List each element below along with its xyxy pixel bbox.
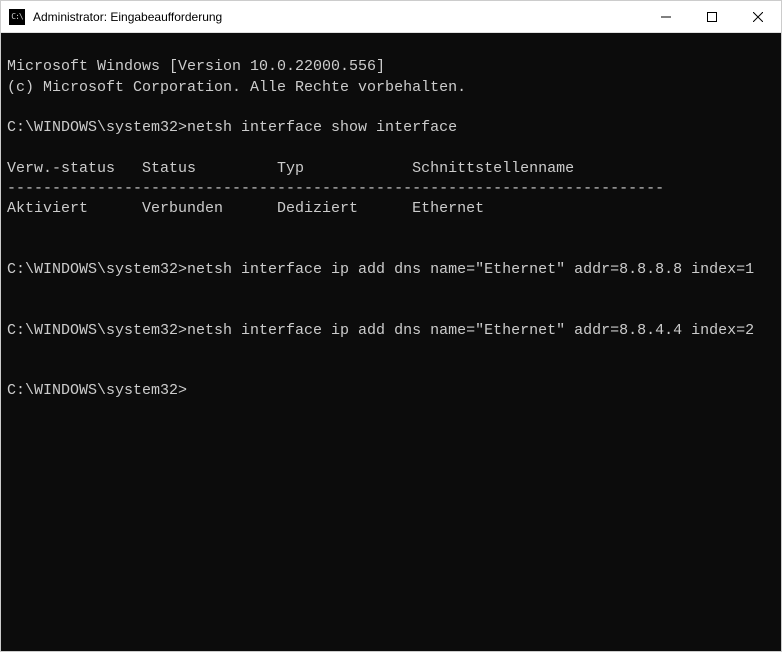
terminal-line: (c) Microsoft Corporation. Alle Rechte v… [7, 79, 466, 96]
terminal-output[interactable]: Microsoft Windows [Version 10.0.22000.55… [1, 33, 781, 651]
terminal-line: ----------------------------------------… [7, 180, 664, 197]
terminal-line: Microsoft Windows [Version 10.0.22000.55… [7, 58, 385, 75]
close-button[interactable] [735, 1, 781, 32]
terminal-line: C:\WINDOWS\system32>netsh interface ip a… [7, 261, 754, 278]
terminal-line: C:\WINDOWS\system32> [7, 382, 187, 399]
maximize-button[interactable] [689, 1, 735, 32]
window-title: Administrator: Eingabeaufforderung [33, 10, 643, 24]
cmd-icon: C:\ [9, 9, 25, 25]
command-prompt-window: C:\ Administrator: Eingabeaufforderung M… [0, 0, 782, 652]
window-controls [643, 1, 781, 32]
minimize-button[interactable] [643, 1, 689, 32]
terminal-line: C:\WINDOWS\system32>netsh interface ip a… [7, 322, 754, 339]
terminal-line: Verw.-status Status Typ Schnittstellenna… [7, 160, 574, 177]
terminal-line: C:\WINDOWS\system32>netsh interface show… [7, 119, 457, 136]
terminal-line: Aktiviert Verbunden Dediziert Ethernet [7, 200, 484, 217]
titlebar[interactable]: C:\ Administrator: Eingabeaufforderung [1, 1, 781, 33]
